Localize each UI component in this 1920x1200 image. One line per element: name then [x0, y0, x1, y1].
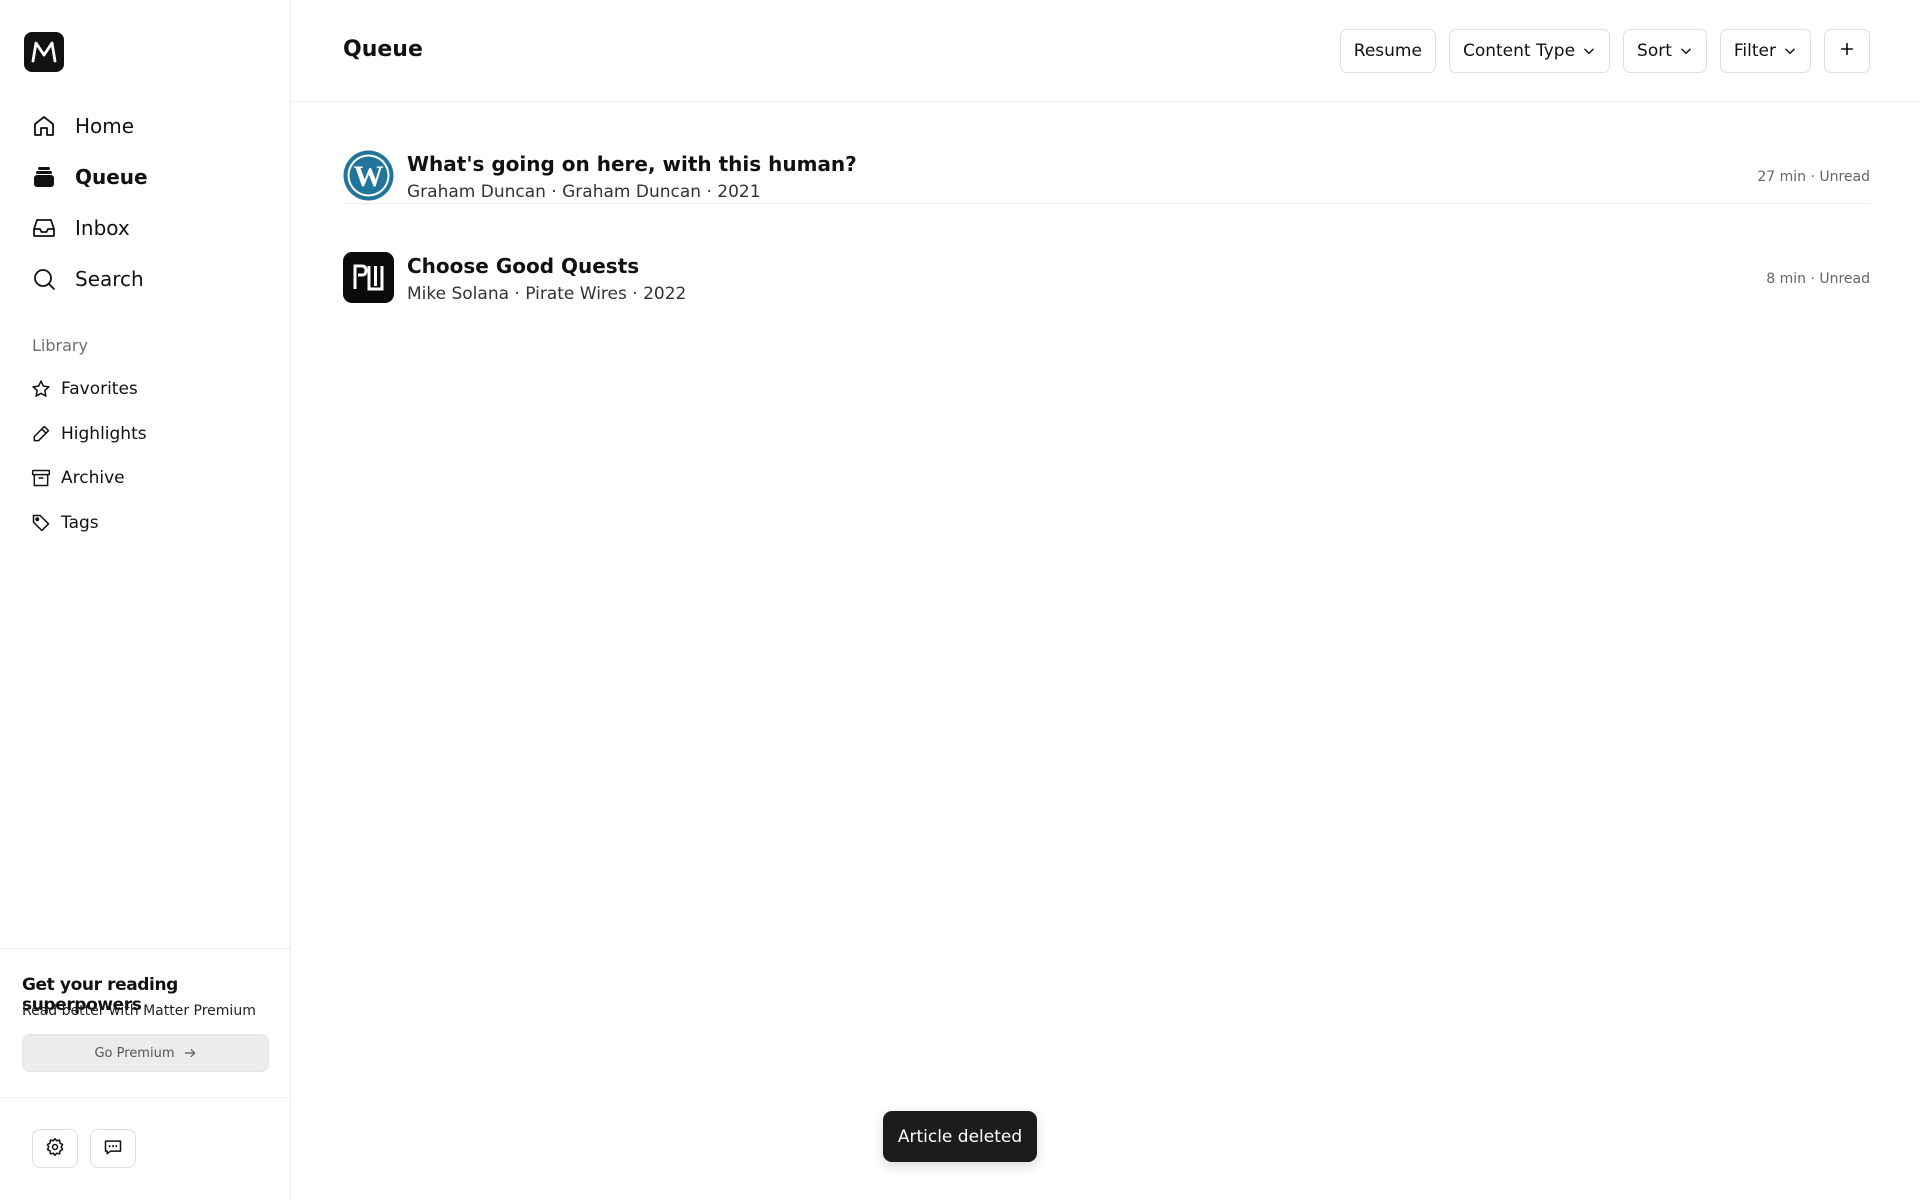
- filter-label: Filter: [1733, 41, 1776, 61]
- svg-text:W: W: [354, 160, 384, 193]
- app: Home Queue Inbox Search Library Favorite…: [0, 0, 1920, 1200]
- search-icon: [31, 266, 57, 292]
- promo-subtitle: Read better with Matter Premium: [22, 1003, 256, 1019]
- resume-button[interactable]: Resume: [1339, 29, 1436, 73]
- nav-label: Inbox: [75, 215, 130, 240]
- sort-label: Sort: [1637, 41, 1672, 61]
- chat-icon: [103, 1137, 123, 1161]
- library-item-highlights[interactable]: Highlights: [0, 412, 290, 457]
- sidebar: Home Queue Inbox Search Library Favorite…: [0, 0, 291, 1200]
- content-type-dropdown[interactable]: Content Type: [1448, 29, 1611, 73]
- settings-button[interactable]: [32, 1129, 78, 1168]
- go-premium-label: Go Premium: [94, 1045, 175, 1061]
- library-label: Favorites: [61, 379, 138, 400]
- nav-item-search[interactable]: Search: [0, 253, 290, 304]
- library-item-tags[interactable]: Tags: [0, 501, 290, 546]
- plus-icon: [1839, 41, 1855, 62]
- toast-notification: Article deleted: [883, 1111, 1037, 1162]
- premium-promo: Get your reading superpowers Read better…: [0, 948, 290, 1098]
- content-type-label: Content Type: [1462, 41, 1576, 61]
- pirate-wires-icon: [343, 252, 394, 303]
- go-premium-button[interactable]: Go Premium: [22, 1034, 269, 1072]
- header: Queue Resume Content Type Sort Filter: [292, 0, 1920, 102]
- stack-icon: [31, 164, 57, 190]
- toolbar: Resume Content Type Sort Filter: [1339, 29, 1870, 73]
- page-title: Queue: [343, 37, 423, 62]
- gear-icon: [45, 1137, 65, 1161]
- article-row[interactable]: Choose Good Quests Mike Solana · Pirate …: [343, 204, 1870, 306]
- add-button[interactable]: [1824, 29, 1870, 73]
- filter-dropdown[interactable]: Filter: [1719, 29, 1811, 73]
- nav-item-home[interactable]: Home: [0, 100, 290, 151]
- article-meta: Graham Duncan · Graham Duncan · 2021: [407, 182, 761, 202]
- tag-icon: [31, 513, 51, 533]
- archive-icon: [31, 468, 51, 488]
- article-meta: Mike Solana · Pirate Wires · 2022: [407, 284, 687, 304]
- article-status: 8 min · Unread: [1766, 271, 1870, 287]
- chevron-down-icon: [1783, 44, 1797, 58]
- library-item-favorites[interactable]: Favorites: [0, 367, 290, 412]
- library-item-archive[interactable]: Archive: [0, 456, 290, 501]
- nav-item-queue[interactable]: Queue: [0, 151, 290, 202]
- library-label: Archive: [61, 468, 125, 489]
- article-row[interactable]: W What's going on here, with this human?…: [343, 102, 1870, 204]
- library-label: Highlights: [61, 423, 147, 444]
- chevron-down-icon: [1582, 44, 1596, 58]
- article-title: What's going on here, with this human?: [407, 152, 857, 176]
- nav-item-inbox[interactable]: Inbox: [0, 202, 290, 253]
- wordpress-icon: W: [343, 150, 394, 201]
- feedback-button[interactable]: [90, 1129, 136, 1168]
- main-content: Queue Resume Content Type Sort Filter W …: [292, 0, 1920, 1200]
- home-icon: [31, 113, 57, 139]
- matter-logo-icon[interactable]: [24, 32, 64, 72]
- library-label: Tags: [61, 512, 99, 533]
- nav-label: Queue: [75, 164, 148, 189]
- nav-label: Search: [75, 266, 144, 291]
- main-nav: Home Queue Inbox Search: [0, 100, 290, 304]
- library-nav: Favorites Highlights Archive Tags: [0, 367, 290, 545]
- arrow-right-icon: [183, 1046, 197, 1060]
- inbox-icon: [31, 215, 57, 241]
- chevron-down-icon: [1679, 44, 1693, 58]
- article-status: 27 min · Unread: [1757, 169, 1870, 185]
- pen-icon: [31, 424, 51, 444]
- library-heading: Library: [32, 336, 88, 355]
- nav-label: Home: [75, 113, 135, 138]
- article-list: W What's going on here, with this human?…: [343, 102, 1870, 306]
- sort-dropdown[interactable]: Sort: [1623, 29, 1707, 73]
- star-icon: [31, 379, 51, 399]
- resume-label: Resume: [1353, 41, 1422, 61]
- article-title: Choose Good Quests: [407, 254, 640, 278]
